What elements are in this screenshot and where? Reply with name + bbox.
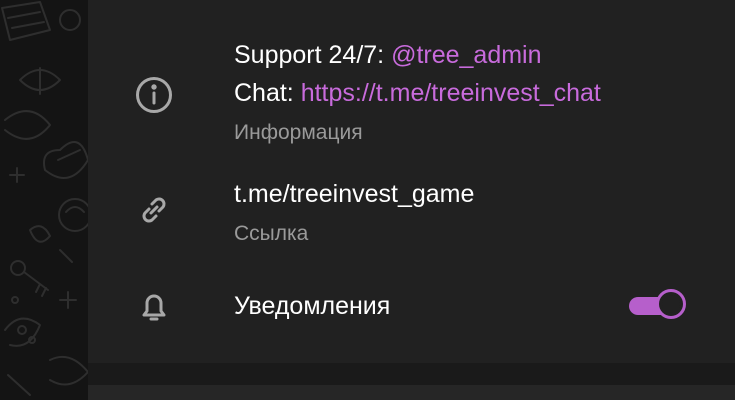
info-caption: Информация [234, 121, 363, 144]
toggle-knob [656, 289, 686, 319]
chat-link[interactable]: https://t.me/treeinvest_chat [301, 79, 601, 107]
support-prefix: Support 24/7: [234, 41, 392, 69]
notifications-label: Уведомления [234, 292, 391, 320]
next-section [88, 385, 735, 400]
chat-prefix: Chat: [234, 79, 301, 107]
notifications-toggle[interactable] [629, 289, 691, 323]
support-handle-link[interactable]: @tree_admin [391, 41, 541, 69]
support-line: Support 24/7: @tree_admin [234, 40, 542, 70]
chat-wallpaper [0, 0, 92, 400]
bell-icon [132, 284, 176, 328]
section-divider [88, 363, 735, 385]
info-circle-icon [132, 73, 176, 117]
link-value[interactable]: t.me/treeinvest_game [234, 179, 474, 209]
link-caption: Ссылка [234, 222, 309, 245]
chat-info-screen: Support 24/7: @tree_admin Chat: https://… [0, 0, 735, 400]
link-icon [132, 188, 176, 232]
chat-line: Chat: https://t.me/treeinvest_chat [234, 78, 601, 108]
